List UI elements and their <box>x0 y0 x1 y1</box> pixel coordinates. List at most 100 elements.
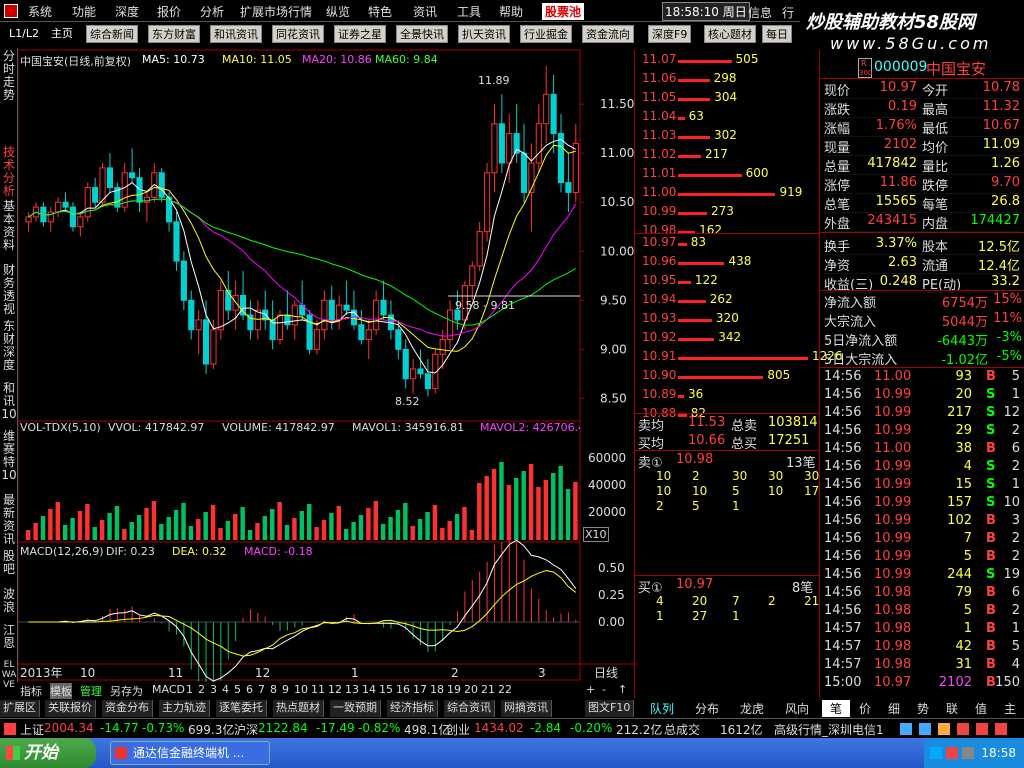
menu-item-0[interactable]: 系统 <box>28 3 52 20</box>
bid-row[interactable]: 10.96 438 <box>638 254 818 272</box>
ask-row[interactable]: 11.05 304 <box>638 90 818 108</box>
indicator-tab-26[interactable]: 22 <box>498 683 512 699</box>
indicator-tab-25[interactable]: 21 <box>481 683 495 699</box>
indicator-tab-24[interactable]: 20 <box>464 683 478 699</box>
tab-12[interactable]: 核心题材 <box>704 25 756 43</box>
indicator-tab-22[interactable]: 18 <box>430 683 444 699</box>
tray-icon[interactable] <box>930 747 942 759</box>
tab-6[interactable]: 证券之星 <box>334 25 386 43</box>
status-icon[interactable] <box>900 723 912 735</box>
tab-10[interactable]: 资金流向 <box>582 25 634 43</box>
menu-item-5[interactable]: 扩展市场行情 <box>240 3 312 20</box>
ask-row[interactable]: 11.07 505 <box>638 52 818 70</box>
indicator-tab-7[interactable]: 3 <box>210 683 217 699</box>
status-icon[interactable] <box>938 723 950 735</box>
indicator-tab-14[interactable]: 10 <box>294 683 308 699</box>
indicator-tab-19[interactable]: 15 <box>379 683 393 699</box>
indicator-tab-9[interactable]: 5 <box>234 683 241 699</box>
orderbook-tab-3[interactable]: 风向 <box>775 700 819 717</box>
tray-icon[interactable] <box>962 747 974 759</box>
quote-tab-2[interactable]: 细 <box>880 700 908 717</box>
indicator-tab-15[interactable]: 11 <box>311 683 325 699</box>
ask-row[interactable]: 11.01 600 <box>638 166 818 184</box>
zoom-control[interactable]: - <box>602 683 606 699</box>
orderbook-tab-1[interactable]: 分布 <box>685 700 729 717</box>
tab-2[interactable]: 综合新闻 <box>86 25 138 43</box>
extension-tab-1[interactable]: 关联报价 <box>45 700 96 717</box>
bid-row[interactable]: 10.90 805 <box>638 368 818 386</box>
extension-tab-6[interactable]: 一致预期 <box>330 700 381 717</box>
sidebar-tab-8[interactable]: 股吧 <box>1 550 17 576</box>
indicator-tab-20[interactable]: 16 <box>396 683 410 699</box>
menu-item-3[interactable]: 报价 <box>157 3 181 20</box>
ask-row[interactable]: 10.99 273 <box>638 204 818 222</box>
indicator-tab-17[interactable]: 13 <box>345 683 359 699</box>
indicator-tab-18[interactable]: 14 <box>362 683 376 699</box>
ask-row[interactable]: 11.00 919 <box>638 185 818 203</box>
bid-row[interactable]: 10.92 342 <box>638 330 818 348</box>
indicator-tab-12[interactable]: 8 <box>270 683 277 699</box>
x10-button[interactable]: X10 <box>583 527 609 542</box>
status-line[interactable]: 高级行情_深圳电信1 <box>774 721 884 738</box>
stock-pool-menu[interactable]: 股票池 <box>542 3 585 20</box>
bid-row[interactable]: 10.97 83 <box>638 235 818 253</box>
status-icon[interactable] <box>919 723 931 735</box>
orderbook-tab-0[interactable]: 队列 <box>640 700 684 717</box>
indicator-tab-10[interactable]: 6 <box>246 683 253 699</box>
bid-row[interactable]: 10.94 262 <box>638 292 818 310</box>
extension-tab-9[interactable]: 网摘资讯 <box>501 700 552 717</box>
ask-row[interactable]: 11.04 63 <box>638 109 818 127</box>
chart-svg[interactable]: 11.5011.0010.5010.009.509.008.5060000400… <box>18 48 638 682</box>
orderbook-tab-2[interactable]: 龙虎 <box>730 700 774 717</box>
quote-tab-0[interactable]: 笔 <box>822 700 850 717</box>
indicator-tab-8[interactable]: 4 <box>222 683 229 699</box>
extension-tab-7[interactable]: 经济指标 <box>387 700 438 717</box>
tray-icon[interactable] <box>946 747 958 759</box>
indicator-tab-21[interactable]: 17 <box>413 683 427 699</box>
bid-row[interactable]: 10.91 1226 <box>638 349 843 367</box>
indicator-tab-0[interactable]: 指标 <box>20 683 42 699</box>
taskbar-window-button[interactable]: 通达信金融终端机 ... <box>110 741 270 765</box>
tab-0[interactable]: L1/L2 <box>6 25 42 43</box>
sidebar-tab-4[interactable]: 东财深度 <box>1 320 17 372</box>
sidebar-tab-10[interactable]: 江恩 <box>1 624 17 650</box>
zoom-control[interactable]: ↑ <box>618 683 627 699</box>
tab-1[interactable]: 主页 <box>48 25 76 43</box>
status-icon[interactable] <box>995 723 1007 735</box>
extension-tab-2[interactable]: 资金分布 <box>102 700 153 717</box>
start-button[interactable]: 开始 <box>0 738 96 768</box>
tab-13[interactable]: 每日 <box>762 25 792 43</box>
indicator-tab-1[interactable]: 模板 <box>50 683 72 699</box>
sidebar-tab-1[interactable]: 技术分析 <box>1 146 17 198</box>
ask-row[interactable]: 11.02 217 <box>638 147 818 165</box>
sidebar-tab-0[interactable]: 分时走势 <box>1 50 17 102</box>
menu-item-7[interactable]: 特色 <box>368 3 392 20</box>
menu-item-10[interactable]: 帮助 <box>499 3 523 20</box>
menu-item-8[interactable]: 资讯 <box>413 3 437 20</box>
tab-11[interactable]: 深度F9 <box>648 25 692 43</box>
status-icon[interactable] <box>976 723 988 735</box>
tab-3[interactable]: 东方财富 <box>148 25 200 43</box>
indicator-tab-2[interactable]: 管理 <box>80 683 102 699</box>
tab-4[interactable]: 和讯资讯 <box>210 25 262 43</box>
extension-tab-5[interactable]: 热点题材 <box>273 700 324 717</box>
indicator-tab-5[interactable]: 1 <box>186 683 193 699</box>
bid-row[interactable]: 10.89 36 <box>638 387 818 405</box>
tab-5[interactable]: 同花资讯 <box>272 25 324 43</box>
menu-item-4[interactable]: 分析 <box>200 3 224 20</box>
indicator-tab-3[interactable]: 另存为 <box>110 683 143 699</box>
quote-tab-4[interactable]: 联 <box>938 700 966 717</box>
period-label[interactable]: 日线 <box>594 666 618 680</box>
sidebar-tab-7[interactable]: 最新资讯 <box>1 494 17 546</box>
trade-menu[interactable]: 行 <box>782 4 794 21</box>
sidebar-tab-2[interactable]: 基本资料 <box>1 200 17 252</box>
indicator-tab-16[interactable]: 12 <box>328 683 342 699</box>
quote-tab-1[interactable]: 价 <box>851 700 879 717</box>
menu-item-6[interactable]: 纵览 <box>326 3 350 20</box>
menu-item-9[interactable]: 工具 <box>457 3 481 20</box>
extension-tab-4[interactable]: 逐笔委托 <box>216 700 267 717</box>
quote-tab-6[interactable]: 主 <box>996 700 1024 717</box>
menu-item-2[interactable]: 深度 <box>115 3 139 20</box>
menu-item-1[interactable]: 功能 <box>72 3 96 20</box>
info-menu[interactable]: 信息 <box>748 4 772 21</box>
